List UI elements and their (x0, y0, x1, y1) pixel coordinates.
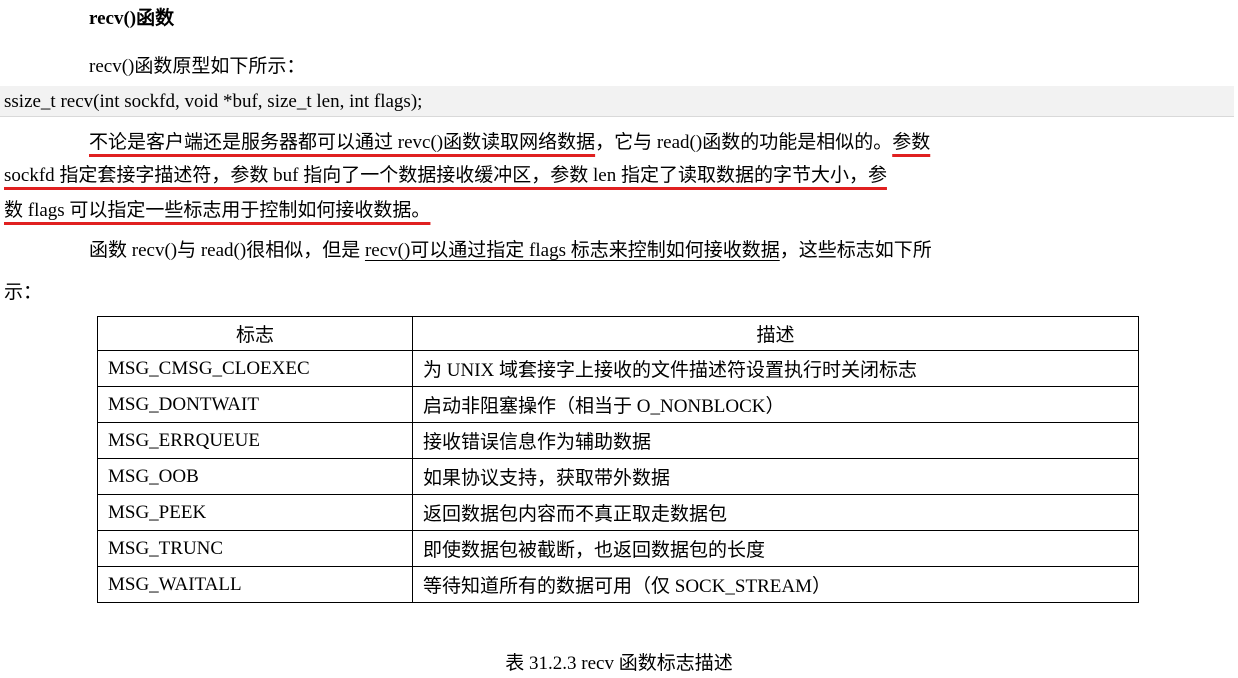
flag-cell: MSG_PEEK (97, 494, 413, 531)
paragraph-1-line-3: 数 flags 可以指定一些标志用于控制如何接收数据。 (4, 200, 431, 221)
intro-text: recv()函数原型如下所示： (89, 56, 306, 77)
table-row: MSG_ERRQUEUE 接收错误信息作为辅助数据 (97, 422, 1139, 459)
underlined-phrase: 不论是客户端还是服务器都可以通过 revc()函数读取网络数据 (89, 132, 596, 153)
header-description: 描述 (412, 316, 1139, 351)
plain-text: ，它与 read()函数的功能是相似的。 (595, 132, 893, 153)
paragraph-2-line-2: 示： (4, 282, 43, 303)
description-cell: 等待知道所有的数据可用（仅 SOCK_STREAM） (412, 566, 1139, 603)
table-row: MSG_TRUNC 即使数据包被截断，也返回数据包的长度 (97, 530, 1139, 567)
table-row: MSG_PEEK 返回数据包内容而不真正取走数据包 (97, 494, 1139, 531)
paragraph-1-line-1: 不论是客户端还是服务器都可以通过 revc()函数读取网络数据，它与 read(… (89, 127, 930, 154)
paragraph-1-line-2: sockfd 指定套接字描述符，参数 buf 指向了一个数据接收缓冲区，参数 l… (4, 165, 887, 186)
paragraph-2-line-1: 函数 recv()与 read()很相似，但是 recv()可以通过指定 fla… (89, 235, 932, 262)
table-row: MSG_OOB 如果协议支持，获取带外数据 (97, 458, 1139, 495)
flags-table: 标志 描述 MSG_CMSG_CLOEXEC 为 UNIX 域套接字上接收的文件描… (97, 316, 1139, 603)
description-cell: 启动非阻塞操作（相当于 O_NONBLOCK） (412, 386, 1139, 423)
table-row: MSG_DONTWAIT 启动非阻塞操作（相当于 O_NONBLOCK） (97, 386, 1139, 423)
flag-cell: MSG_TRUNC (97, 530, 413, 567)
underlined-phrase: recv()可以通过指定 flags 标志来控制如何接收数据 (364, 240, 780, 261)
description-cell: 即使数据包被截断，也返回数据包的长度 (412, 530, 1139, 567)
section-heading: recv()函数 (89, 8, 175, 29)
flag-cell: MSG_ERRQUEUE (97, 422, 413, 459)
table-caption: 表 31.2.3 recv 函数标志描述 (505, 653, 733, 674)
flag-cell: MSG_CMSG_CLOEXEC (97, 350, 413, 387)
header-flag: 标志 (97, 316, 413, 351)
table-row: MSG_CMSG_CLOEXEC 为 UNIX 域套接字上接收的文件描述符设置执行… (97, 350, 1139, 387)
underlined-phrase: 参数 (892, 132, 931, 153)
flag-cell: MSG_OOB (97, 458, 413, 495)
table-header-row: 标志 描述 (97, 316, 1139, 351)
code-signature: ssize_t recv(int sockfd, void *buf, size… (0, 86, 1234, 117)
flag-cell: MSG_DONTWAIT (97, 386, 413, 423)
plain-text: ，这些标志如下所 (779, 240, 932, 261)
description-cell: 接收错误信息作为辅助数据 (412, 422, 1139, 459)
description-cell: 为 UNIX 域套接字上接收的文件描述符设置执行时关闭标志 (412, 350, 1139, 387)
table-row: MSG_WAITALL 等待知道所有的数据可用（仅 SOCK_STREAM） (97, 566, 1139, 603)
flag-cell: MSG_WAITALL (97, 566, 413, 603)
description-cell: 如果协议支持，获取带外数据 (412, 458, 1139, 495)
description-cell: 返回数据包内容而不真正取走数据包 (412, 494, 1139, 531)
plain-text: 函数 recv()与 read()很相似，但是 (89, 240, 365, 261)
